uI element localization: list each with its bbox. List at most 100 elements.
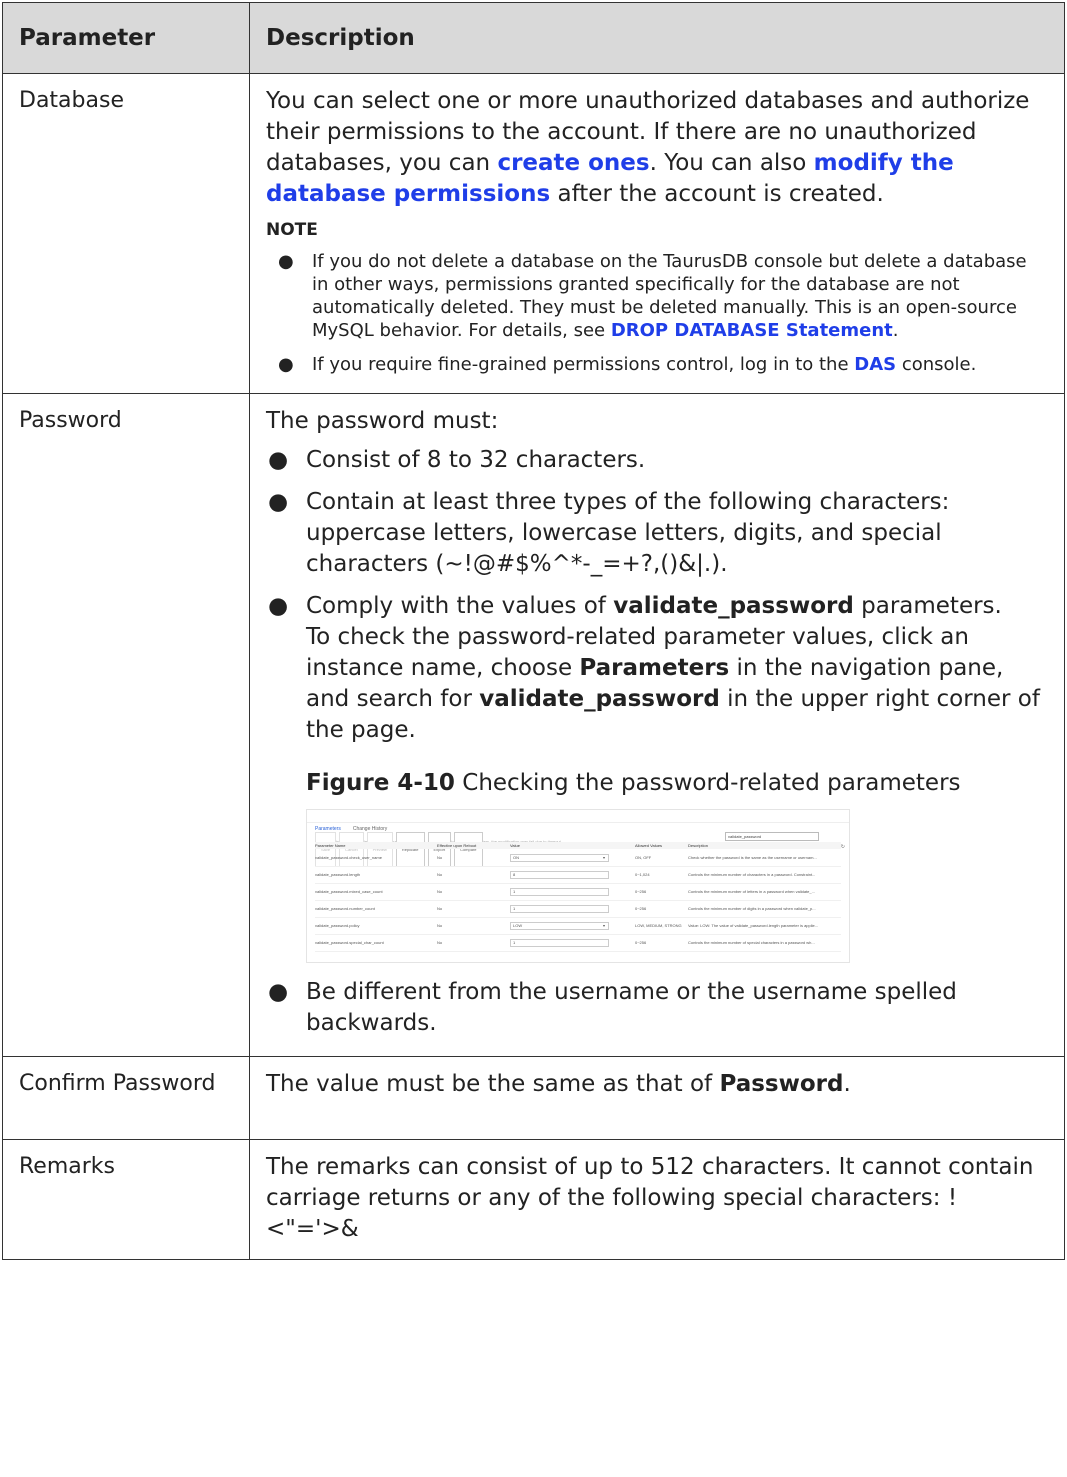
figure-value-box: 8 [510,870,609,879]
figure-value-box: 1 [510,938,609,947]
text-segment: Consist of 8 to 32 characters. [306,447,646,473]
password-rules-list: ● Consist of 8 to 32 characters. ● Contain… [266,445,1048,1039]
das-link[interactable]: DAS [854,354,896,375]
note-list: ● If you do not delete a database on the … [266,250,1048,376]
figure-value-box: ON ▾ [510,853,609,862]
create-ones-link[interactable]: create ones [497,150,649,176]
figure-cell-allowed: 0~1,024 [635,872,650,877]
figure-cell-description: Controls the minimum number of character… [688,872,816,877]
figure-value-box: 1 [510,904,609,913]
text-segment: The value must be the same as that of [266,1071,720,1097]
database-paragraph: You can select one or more unauthorized … [266,86,1048,210]
figure-value-text: 1 [513,888,516,894]
figure-cell-description: Check whether the password is the same a… [688,855,817,860]
figure-cell-reboot: No [437,889,443,894]
confirm-paragraph: The value must be the same as that of Pa… [266,1069,1048,1100]
text-segment: after the account is created. [550,181,884,207]
param-desc-database: You can select one or more unauthorized … [249,73,1065,394]
text-segment: Be different from the username or the us… [306,979,957,1036]
col-value: Value [510,843,520,848]
figure-cell-reboot: No [437,872,443,877]
figure-cell-description: Controls the minimum number of special c… [688,940,815,945]
col-allowed-values: Allowed Values [635,843,663,848]
figure-cell-value: 8 [510,867,635,883]
figure-value-text: 1 [513,939,516,945]
param-name-remarks: Remarks [2,1139,250,1260]
figure-table-row: validate_password.policy No LOW ▾ LOW, MEDIU… [315,918,841,935]
figure-cell-reboot: No [437,906,443,911]
figure-cell-allowed: 0~256 [635,906,647,911]
figure-value-box: 1 [510,887,609,896]
figure-caption: Figure 4-10 Checking the password-relate… [306,768,1048,799]
param-desc-password: The password must: ● Consist of 8 to 32 c… [249,393,1065,1057]
figure-table-row: validate_password.special_char_count No 1 0… [315,935,841,952]
figure-table-row: validate_password.number_count No 1 0~256 Co… [315,901,841,918]
figure-cell-name: validate_password.number_count [315,906,375,911]
figure-table-row: validate_password.mixed_case_count No 1 0~2… [315,884,841,901]
figure-label: Figure 4-10 [306,770,455,796]
remarks-paragraph: The remarks can consist of up to 512 cha… [266,1154,1034,1242]
col-parameter-name: Parameter Name [315,843,346,848]
param-name-confirm-password: Confirm Password [2,1056,250,1140]
figure-cell-value: 1 [510,901,635,917]
drop-database-link[interactable]: DROP DATABASE Statement [611,320,893,341]
table-row: Password The password must: ● Consist of … [2,393,1065,1057]
figure-cell-value: 1 [510,935,635,951]
param-desc-remarks: The remarks can consist of up to 512 cha… [249,1139,1065,1260]
text-segment: Contain at least three types of the foll… [306,489,950,577]
figure-cell-description: Value: LOW: The value of validate_passwo… [688,923,819,928]
param-desc-confirm-password: The value must be the same as that of Pa… [249,1056,1065,1140]
figure-table-header: Parameter Name Effective upon Reboot Val… [315,842,841,849]
figure-cell-allowed: 0~256 [635,889,647,894]
figure-value-text: ON [513,854,519,860]
col-description: Description [688,843,709,848]
figure-cell-value: 1 [510,884,635,900]
text-segment: console. [896,354,977,375]
text-segment: parameters. [853,593,1002,619]
list-item: ● Be different from the username or the u… [268,979,957,1036]
figure-value-text: LOW [513,922,523,928]
figure-search-input: validate_password [725,832,819,841]
text-segment: . You can also [649,150,814,176]
parameters-screenshot-figure: Parameters Change History You are advise… [306,809,850,963]
col-effective-upon-reboot: Effective upon Reboot [437,843,477,848]
figure-value-text: 1 [513,905,516,911]
text-segment: Comply with the values of [306,593,614,619]
header-parameter: Parameter [2,2,250,74]
text-segment: . [892,320,899,341]
table-row: Confirm Password The value must be the s… [2,1056,1065,1140]
note-title: NOTE [266,220,318,240]
text-segment: Checking the password-related parameters [454,770,961,796]
figure-cell-reboot: No [437,940,443,945]
table-header-row: Parameter Description [2,2,1065,74]
figure-table-row: validate_password.length No 8 0~1,024 Contro… [315,867,841,884]
list-item: ● Comply with the values of validate_pass… [266,591,1048,963]
chevron-down-icon: ▾ [602,922,605,928]
figure-cell-value: ON ▾ [510,850,635,866]
bold-term: Parameters [579,655,730,681]
figure-cell-allowed: 0~256 [635,940,647,945]
figure-cell-allowed: ON, OFF [635,855,652,860]
figure-cell-allowed: LOW, MEDIUM, STRONG [635,923,682,928]
figure-cell-name: validate_password.check_user_name [315,855,382,860]
bold-term: validate_password [479,686,720,712]
figure-cell-description: Controls the minimum number of letters i… [688,889,815,894]
note-item: ● If you require fine-grained permissions… [278,354,977,375]
parameter-table: Parameter Description Database You can s… [2,2,1065,1260]
figure-value-box: LOW ▾ [510,921,609,930]
figure-cell-name: validate_password.mixed_case_count [315,889,383,894]
param-name-password: Password [2,393,250,1057]
text-segment: If you require fine-grained permissions … [312,354,855,375]
table-row: Database You can select one or more unau… [2,73,1065,394]
figure-cell-reboot: No [437,923,443,928]
list-item: ● Contain at least three types of the fol… [268,489,950,577]
chevron-down-icon: ▾ [602,854,605,860]
figure-table-row: validate_password.check_user_name No ON ▾ ON… [315,850,841,867]
header-description: Description [249,2,1065,74]
bold-term: validate_password [613,593,854,619]
figure-value-text: 8 [513,871,516,877]
text-segment: . [843,1071,851,1097]
refresh-icon: ↻ [840,844,845,850]
table-row: Remarks The remarks can consist of up to… [2,1139,1065,1260]
figure-cell-name: validate_password.policy [315,923,360,928]
